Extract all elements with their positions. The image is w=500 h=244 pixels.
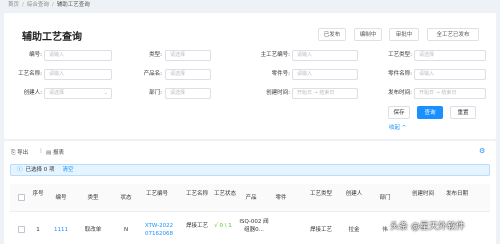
col-created[interactable]: 创建时间 bbox=[412, 190, 434, 198]
cell-creator: 拉金 bbox=[348, 227, 360, 233]
export-label: 导出 bbox=[17, 150, 29, 156]
col-status[interactable]: 状态 bbox=[115, 194, 137, 202]
filter-label-dept: 部门: bbox=[149, 90, 162, 96]
tab-all-published[interactable]: 全工艺已发布 bbox=[427, 28, 479, 41]
product-select[interactable]: 请选择 bbox=[165, 69, 211, 80]
col-process-status[interactable]: 工艺状态 bbox=[214, 190, 236, 198]
process-type-select[interactable]: 请选择 bbox=[414, 50, 486, 61]
filter-label-part-name: 零件名称: bbox=[388, 71, 412, 77]
col-product[interactable]: 产品 bbox=[240, 194, 262, 202]
filter-label-created-time: 创建时间: bbox=[266, 90, 290, 96]
col-index: 序号 bbox=[32, 191, 44, 197]
toolbar-divider: | bbox=[40, 148, 42, 154]
code-input[interactable]: 请输入 bbox=[44, 50, 112, 61]
filter-label-published-time: 发布时间: bbox=[388, 90, 412, 96]
settings-icon[interactable]: ⚙ bbox=[479, 147, 485, 155]
col-dept[interactable]: 部门 bbox=[374, 194, 396, 202]
filter-label-process-type: 工艺类型: bbox=[388, 52, 412, 58]
tab-draft[interactable]: 编制中 bbox=[354, 28, 382, 41]
cell-process-status: √ 0 \ 1 bbox=[214, 223, 232, 229]
part-name-input[interactable]: 请输入 bbox=[414, 69, 486, 80]
creator-select[interactable]: 请选择 ⌄ bbox=[44, 88, 112, 99]
search-button[interactable]: 查询 bbox=[417, 106, 443, 119]
col-process-no[interactable]: 工艺编号 bbox=[146, 190, 168, 198]
filter-label-product: 产品名: bbox=[143, 71, 162, 77]
type-select[interactable]: 请选择 bbox=[165, 50, 211, 61]
selection-count-text: 已选择 0 项 bbox=[25, 167, 55, 173]
export-icon: ⎘ bbox=[11, 150, 16, 156]
filter-label-creator: 创建人: bbox=[23, 90, 42, 96]
report-button[interactable]: ▤ 报表 bbox=[46, 148, 64, 156]
clear-selection-link[interactable]: 清空 bbox=[63, 167, 74, 173]
part-no-input[interactable]: 请输入 bbox=[292, 69, 358, 80]
filter-label-part-no: 零件号: bbox=[271, 71, 290, 77]
filter-label-process-name: 工艺名称: bbox=[18, 71, 42, 77]
col-process-name[interactable]: 工艺名称 bbox=[186, 190, 208, 198]
filter-label-main-process: 主工艺编号: bbox=[260, 52, 290, 58]
col-process-type[interactable]: 工艺类型 bbox=[310, 190, 332, 198]
col-part[interactable]: 零件 bbox=[270, 194, 292, 202]
main-process-input[interactable]: 请输入 bbox=[292, 50, 358, 61]
breadcrumb-home[interactable]: 首页 bbox=[8, 2, 19, 8]
filter-label-code: 编号: bbox=[29, 52, 42, 58]
cell-code-link[interactable]: 1111 bbox=[50, 226, 72, 234]
report-label: 报表 bbox=[52, 150, 64, 156]
save-button[interactable]: 保存 bbox=[388, 106, 410, 119]
cell-type: 取改单 bbox=[84, 227, 102, 233]
dept-select[interactable]: 请选择 bbox=[165, 88, 211, 99]
process-name-input[interactable]: 请输入 bbox=[44, 69, 112, 80]
cell-index: 1 bbox=[36, 227, 40, 233]
col-creator[interactable]: 创建人 bbox=[343, 190, 365, 198]
cell-product: ISQ-002 阀组器0... bbox=[239, 219, 269, 233]
published-time-range[interactable]: 开始日 → 结束日 bbox=[414, 88, 486, 99]
select-all-checkbox[interactable] bbox=[18, 194, 25, 201]
col-type[interactable]: 类型 bbox=[82, 194, 104, 202]
cell-status: N bbox=[123, 227, 129, 233]
cell-process-type: 焊接工艺 bbox=[309, 227, 332, 233]
export-button[interactable]: ⎘ 导出 bbox=[11, 148, 28, 157]
selection-alert: ⓘ 已选择 0 项 清空 bbox=[10, 164, 490, 176]
col-published[interactable]: 发布日期 bbox=[445, 190, 469, 198]
breadcrumb-section[interactable]: 综合查询 bbox=[27, 2, 49, 8]
row-checkbox[interactable] bbox=[18, 226, 25, 233]
report-icon: ▤ bbox=[46, 150, 52, 156]
tab-published[interactable]: 已发布 bbox=[318, 28, 346, 41]
collapse-link[interactable]: 收起 ^ bbox=[389, 123, 406, 131]
page-title: 辅助工艺查询 bbox=[22, 32, 82, 43]
breadcrumb: 首页 / 综合查询 / 辅助工艺查询 bbox=[0, 0, 500, 10]
filter-label-type: 类型: bbox=[149, 52, 162, 58]
breadcrumb-current: 辅助工艺查询 bbox=[56, 2, 90, 8]
created-time-range[interactable]: 开始日 → 结束日 bbox=[292, 88, 358, 99]
info-icon: ⓘ bbox=[17, 167, 23, 173]
cell-process-no-link[interactable]: XTW-2022 07162068 bbox=[140, 222, 178, 238]
watermark-text: 头条 @星天外软件 bbox=[390, 222, 465, 232]
chevron-down-icon: ⌄ bbox=[103, 90, 108, 96]
tab-approving[interactable]: 审批中 bbox=[389, 28, 419, 41]
cell-process-name: 焊接工艺 bbox=[186, 223, 209, 229]
col-code[interactable]: 编号 bbox=[50, 194, 72, 202]
reset-button[interactable]: 重置 bbox=[450, 106, 476, 119]
